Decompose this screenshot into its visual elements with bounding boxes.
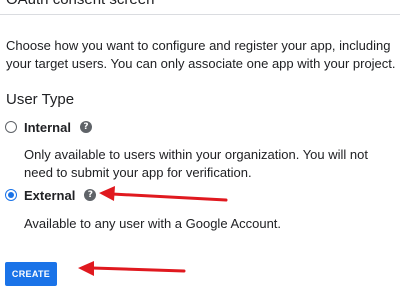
annotation-arrows [78,186,228,276]
annotation-arrow-external [99,186,228,202]
annotation-arrow-create [78,261,186,276]
